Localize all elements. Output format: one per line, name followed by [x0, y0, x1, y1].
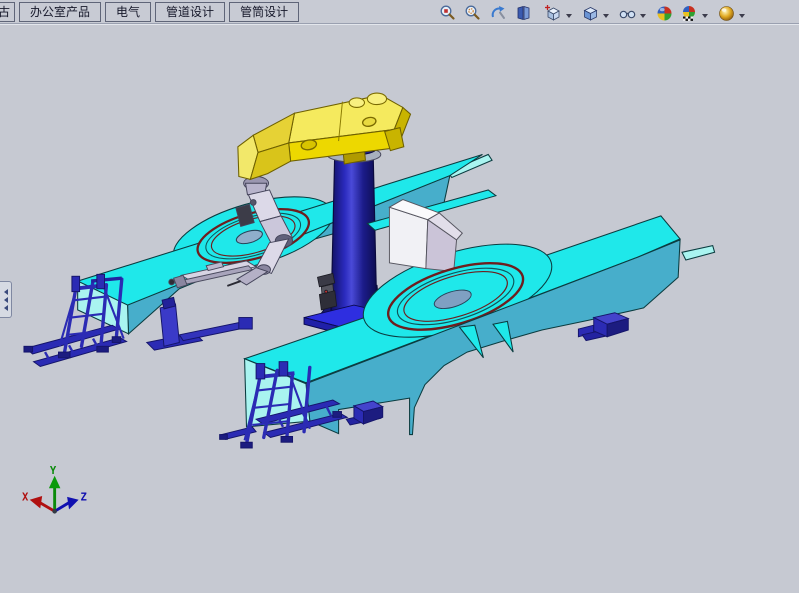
white-wedge-block[interactable] [389, 200, 462, 272]
tab-evaluate-partial[interactable]: 古 [0, 2, 15, 22]
section-view-icon[interactable] [513, 4, 533, 23]
rotate-view-icon[interactable] [488, 4, 508, 23]
display-style-dropdown[interactable] [603, 14, 609, 18]
robot-arm[interactable] [238, 93, 411, 179]
apply-scene-icon[interactable] [679, 4, 699, 23]
model-scene[interactable]: X Y Z [0, 24, 799, 589]
view-orientation-icon[interactable] [543, 4, 563, 23]
edit-appearance-icon[interactable] [654, 4, 674, 23]
tab-piping-design[interactable]: 管道设计 [155, 2, 225, 22]
z-axis-arrow [67, 497, 79, 509]
x-axis-label: X [22, 492, 29, 504]
coordinate-triad: X Y Z [22, 465, 87, 514]
view-settings-dropdown[interactable] [739, 14, 745, 18]
apply-scene-dropdown[interactable] [702, 14, 708, 18]
solidworks-window: { "command_tabs": { "items": [ {"label":… [0, 0, 799, 589]
view-settings-icon[interactable] [716, 4, 736, 23]
hide-show-items-dropdown[interactable] [640, 14, 646, 18]
hide-show-items-icon[interactable] [617, 4, 637, 23]
command-tabs: 古 办公室产品 电气 管道设计 管筒设计 [0, 0, 299, 22]
view-orientation-dropdown[interactable] [566, 14, 572, 18]
column-clamp-device[interactable] [317, 273, 336, 309]
tab-office-products[interactable]: 办公室产品 [19, 2, 101, 22]
y-axis-arrow [49, 476, 61, 488]
z-axis-label: Z [81, 492, 87, 504]
zoom-to-fit-icon[interactable] [438, 4, 458, 23]
display-style-icon[interactable] [580, 4, 600, 23]
viewport-3d[interactable]: X Y Z [0, 24, 799, 589]
x-axis-arrow [30, 496, 42, 508]
y-axis-label: Y [50, 465, 57, 477]
tab-electrical[interactable]: 电气 [105, 2, 151, 22]
beam-end-bracket[interactable] [147, 297, 253, 350]
zoom-to-area-icon[interactable] [463, 4, 483, 23]
heads-up-view-toolbar [438, 3, 753, 23]
command-manager-bar: 古 办公室产品 电气 管道设计 管筒设计 [0, 0, 799, 24]
tab-tubing-design[interactable]: 管筒设计 [229, 2, 299, 22]
